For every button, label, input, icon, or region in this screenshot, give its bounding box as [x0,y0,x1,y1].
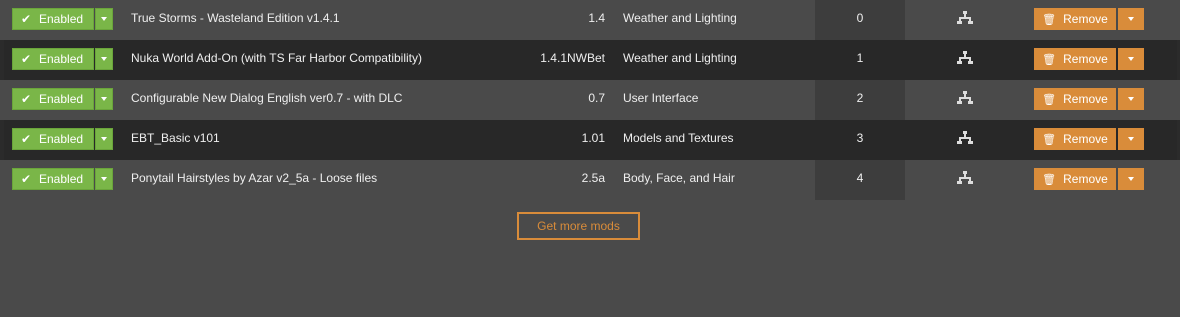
mod-name: Configurable New Dialog English ver0.7 -… [131,91,403,105]
status-toggle-group: ✔ Enabled [12,168,113,190]
enabled-button[interactable]: ✔ Enabled [12,128,94,150]
caret-down-icon [1128,17,1134,21]
dependency-tree-icon[interactable] [957,131,973,145]
check-icon: ✔ [20,12,32,26]
dependency-tree-icon[interactable] [957,171,973,185]
mod-priority: 1 [856,51,864,65]
remove-button[interactable]: 🗑 Remove [1034,88,1116,110]
mod-name: EBT_Basic v101 [131,131,220,145]
table-row: ✔ Enabled Ponytail Hairstyles by Azar v2_… [0,160,1180,200]
mod-name: Nuka World Add-On (with TS Far Harbor Co… [131,51,422,65]
caret-down-icon [1128,177,1134,181]
status-toggle-group: ✔ Enabled [12,88,113,110]
mod-version: 1.4 [588,11,605,25]
mod-priority: 0 [856,11,864,25]
mod-name: Ponytail Hairstyles by Azar v2_5a - Loos… [131,171,378,185]
check-icon: ✔ [20,172,32,186]
enabled-label: Enabled [39,52,84,66]
remove-dropdown-button[interactable] [1118,88,1144,110]
check-icon: ✔ [20,132,32,146]
status-dropdown-button[interactable] [95,168,113,190]
status-dropdown-button[interactable] [95,88,113,110]
remove-group: 🗑 Remove [1034,168,1144,190]
caret-down-icon [1128,57,1134,61]
remove-button[interactable]: 🗑 Remove [1034,168,1116,190]
remove-group: 🗑 Remove [1034,48,1144,70]
mod-category: User Interface [623,91,699,105]
remove-button[interactable]: 🗑 Remove [1034,128,1116,150]
trash-icon: 🗑 [1042,13,1057,26]
caret-down-icon [1128,137,1134,141]
mod-name: True Storms - Wasteland Edition v1.4.1 [131,11,340,25]
status-dropdown-button[interactable] [95,128,113,150]
mod-category: Models and Textures [623,131,734,145]
caret-down-icon [101,97,107,101]
trash-icon: 🗑 [1042,133,1057,146]
dependency-tree-icon[interactable] [957,91,973,105]
caret-down-icon [101,177,107,181]
remove-group: 🗑 Remove [1034,88,1144,110]
table-row: ✔ Enabled Configurable New Dialog English… [0,80,1180,120]
status-toggle-group: ✔ Enabled [12,48,113,70]
mod-list: ✔ Enabled True Storms - Wasteland Edition… [0,0,1180,200]
dependency-tree-icon[interactable] [957,11,973,25]
enabled-button[interactable]: ✔ Enabled [12,8,94,30]
remove-dropdown-button[interactable] [1118,8,1144,30]
enabled-label: Enabled [39,172,84,186]
status-dropdown-button[interactable] [95,8,113,30]
table-row: ✔ Enabled Nuka World Add-On (with TS Far … [0,40,1180,80]
remove-label: Remove [1063,172,1108,186]
table-row: ✔ Enabled True Storms - Wasteland Edition… [0,0,1180,40]
caret-down-icon [101,57,107,61]
get-more-mods-button[interactable]: Get more mods [517,212,640,240]
mod-category: Weather and Lighting [623,11,737,25]
enabled-label: Enabled [39,92,84,106]
enabled-label: Enabled [39,132,84,146]
remove-label: Remove [1063,132,1108,146]
trash-icon: 🗑 [1042,93,1057,106]
status-toggle-group: ✔ Enabled [12,128,113,150]
status-toggle-group: ✔ Enabled [12,8,113,30]
mod-category: Weather and Lighting [623,51,737,65]
trash-icon: 🗑 [1042,53,1057,66]
mod-priority: 2 [856,91,864,105]
remove-label: Remove [1063,12,1108,26]
mod-category: Body, Face, and Hair [623,171,735,185]
status-dropdown-button[interactable] [95,48,113,70]
mod-priority: 4 [856,171,864,185]
remove-dropdown-button[interactable] [1118,48,1144,70]
table-row: ✔ Enabled EBT_Basic v101 1.01 Models and … [0,120,1180,160]
remove-button[interactable]: 🗑 Remove [1034,8,1116,30]
check-icon: ✔ [20,52,32,66]
mod-version: 0.7 [588,91,605,105]
remove-group: 🗑 Remove [1034,8,1144,30]
remove-dropdown-button[interactable] [1118,128,1144,150]
dependency-tree-icon[interactable] [957,51,973,65]
caret-down-icon [101,137,107,141]
remove-button[interactable]: 🗑 Remove [1034,48,1116,70]
mod-priority: 3 [856,131,864,145]
enabled-button[interactable]: ✔ Enabled [12,168,94,190]
remove-dropdown-button[interactable] [1118,168,1144,190]
trash-icon: 🗑 [1042,173,1057,186]
caret-down-icon [1128,97,1134,101]
remove-label: Remove [1063,52,1108,66]
caret-down-icon [101,17,107,21]
check-icon: ✔ [20,92,32,106]
mod-version: 1.01 [581,131,605,145]
enabled-button[interactable]: ✔ Enabled [12,48,94,70]
enabled-button[interactable]: ✔ Enabled [12,88,94,110]
mod-version: 2.5a [581,171,605,185]
mod-version: 1.4.1NWBet [540,51,605,65]
remove-label: Remove [1063,92,1108,106]
remove-group: 🗑 Remove [1034,128,1144,150]
enabled-label: Enabled [39,12,84,26]
